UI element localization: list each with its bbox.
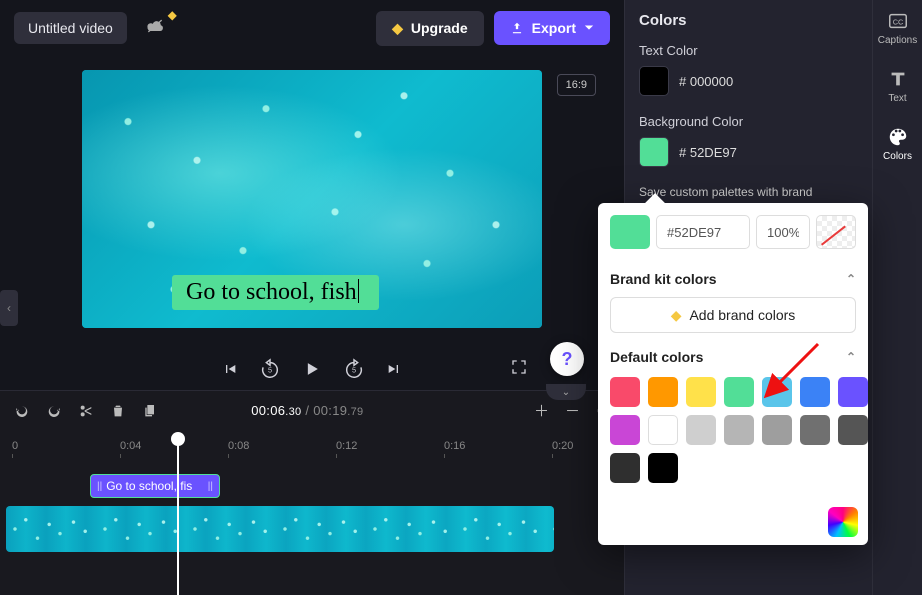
help-button[interactable]: ? bbox=[550, 342, 584, 376]
upload-icon bbox=[510, 21, 524, 35]
color-swatch[interactable] bbox=[686, 377, 716, 407]
svg-text:CC: CC bbox=[892, 18, 903, 27]
export-button[interactable]: Export bbox=[494, 11, 610, 45]
zoom-out-icon[interactable]: － bbox=[565, 400, 580, 421]
project-title[interactable]: Untitled video bbox=[14, 12, 127, 44]
play-icon[interactable] bbox=[302, 359, 322, 379]
text-clip-label: Go to school, fis bbox=[106, 479, 192, 493]
caption-text: Go to school, fish bbox=[186, 279, 357, 305]
brand-kit-heading: Brand kit colors bbox=[610, 271, 717, 287]
undo-icon[interactable] bbox=[14, 403, 30, 419]
export-label: Export bbox=[532, 20, 576, 36]
text-color-label: Text Color bbox=[639, 43, 858, 58]
rewind-5-icon[interactable]: 5 bbox=[258, 357, 282, 381]
skip-end-icon[interactable] bbox=[386, 361, 402, 377]
palette-icon bbox=[887, 126, 909, 148]
timecode: 00:06.30 / 00:19.79 bbox=[251, 403, 363, 418]
panel-heading: Colors bbox=[639, 12, 858, 29]
ruler-tick: 0:12 bbox=[336, 440, 357, 452]
color-swatch[interactable] bbox=[648, 453, 678, 483]
color-swatch[interactable] bbox=[762, 377, 792, 407]
video-clip[interactable] bbox=[6, 506, 554, 552]
text-color-hex: # 000000 bbox=[679, 74, 733, 89]
diamond-icon: ◆ bbox=[392, 20, 403, 37]
colors-panel: Colors Text Color # 000000 Background Co… bbox=[624, 0, 872, 595]
chevron-down-icon bbox=[584, 23, 594, 33]
add-brand-colors-button[interactable]: ◆ Add brand colors bbox=[610, 297, 856, 333]
video-canvas[interactable]: Go to school, fish bbox=[82, 70, 542, 328]
tab-text[interactable]: Text bbox=[887, 68, 909, 104]
bg-color-swatch[interactable] bbox=[639, 137, 669, 167]
color-picker-popover: Brand kit colors ⌃ ◆ Add brand colors De… bbox=[598, 203, 868, 545]
clip-handle-left[interactable]: || bbox=[97, 481, 102, 492]
upgrade-button[interactable]: ◆ Upgrade bbox=[376, 11, 484, 46]
color-swatch[interactable] bbox=[610, 453, 640, 483]
color-swatch[interactable] bbox=[800, 377, 830, 407]
aspect-ratio-badge[interactable]: 16:9 bbox=[557, 74, 596, 96]
skip-start-icon[interactable] bbox=[222, 361, 238, 377]
default-swatch-grid bbox=[610, 375, 856, 483]
color-swatch[interactable] bbox=[838, 415, 868, 445]
timeline[interactable]: 0 0:04 0:08 0:12 0:16 0:20 || Go to school, f… bbox=[0, 430, 624, 595]
captions-icon: CC bbox=[887, 10, 909, 32]
text-clip[interactable]: || Go to school, fis || bbox=[90, 474, 220, 498]
color-swatch[interactable] bbox=[800, 415, 830, 445]
color-swatch[interactable] bbox=[724, 377, 754, 407]
text-color-swatch[interactable] bbox=[639, 66, 669, 96]
brand-palette-hint: Save custom palettes with brand bbox=[639, 185, 858, 199]
color-swatch[interactable] bbox=[838, 377, 868, 407]
ruler-tick: 0:20 bbox=[552, 440, 573, 452]
duplicate-icon[interactable] bbox=[142, 403, 158, 419]
bg-color-hex: # 52DE97 bbox=[679, 145, 737, 160]
ruler-tick: 0:08 bbox=[228, 440, 249, 452]
color-swatch[interactable] bbox=[724, 415, 754, 445]
svg-text:5: 5 bbox=[352, 366, 356, 375]
color-swatch[interactable] bbox=[648, 415, 678, 445]
ruler-tick: 0:16 bbox=[444, 440, 465, 452]
collapse-panel-chevron[interactable]: ⌄ bbox=[546, 384, 586, 400]
opacity-input[interactable] bbox=[756, 215, 810, 249]
cloud-sync-icon[interactable]: ◆ bbox=[141, 14, 169, 43]
tab-captions[interactable]: CC Captions bbox=[878, 10, 917, 46]
tab-colors[interactable]: Colors bbox=[883, 126, 912, 162]
upgrade-label: Upgrade bbox=[411, 20, 468, 36]
add-track-icon[interactable]: ＋ bbox=[534, 400, 549, 421]
color-swatch[interactable] bbox=[762, 415, 792, 445]
bg-color-label: Background Color bbox=[639, 114, 858, 129]
hex-input[interactable] bbox=[656, 215, 750, 249]
redo-icon[interactable] bbox=[46, 403, 62, 419]
right-sidebar: CC Captions Text Colors bbox=[872, 0, 922, 595]
split-icon[interactable] bbox=[78, 403, 94, 419]
delete-icon[interactable] bbox=[110, 403, 126, 419]
no-color-swatch[interactable] bbox=[816, 215, 856, 249]
ruler-tick: 0:04 bbox=[120, 440, 141, 452]
timeline-ruler[interactable]: 0 0:04 0:08 0:12 0:16 0:20 bbox=[0, 438, 624, 458]
default-section-collapse[interactable]: ⌃ bbox=[846, 350, 856, 364]
svg-text:5: 5 bbox=[268, 366, 272, 375]
caption-overlay[interactable]: Go to school, fish bbox=[172, 275, 379, 310]
current-color-swatch[interactable] bbox=[610, 215, 650, 249]
custom-color-wheel[interactable] bbox=[828, 507, 858, 537]
default-colors-heading: Default colors bbox=[610, 349, 703, 365]
brand-section-collapse[interactable]: ⌃ bbox=[846, 272, 856, 286]
diamond-icon: ◆ bbox=[671, 307, 682, 324]
clip-handle-right[interactable]: || bbox=[208, 481, 213, 492]
panel-expand-left[interactable]: ‹ bbox=[0, 290, 18, 326]
color-swatch[interactable] bbox=[648, 377, 678, 407]
text-icon bbox=[887, 68, 909, 90]
playhead[interactable] bbox=[177, 434, 179, 595]
forward-5-icon[interactable]: 5 bbox=[342, 357, 366, 381]
color-swatch[interactable] bbox=[686, 415, 716, 445]
color-swatch[interactable] bbox=[610, 377, 640, 407]
color-swatch[interactable] bbox=[610, 415, 640, 445]
ruler-tick: 0 bbox=[12, 440, 18, 452]
fullscreen-icon[interactable] bbox=[510, 358, 528, 381]
